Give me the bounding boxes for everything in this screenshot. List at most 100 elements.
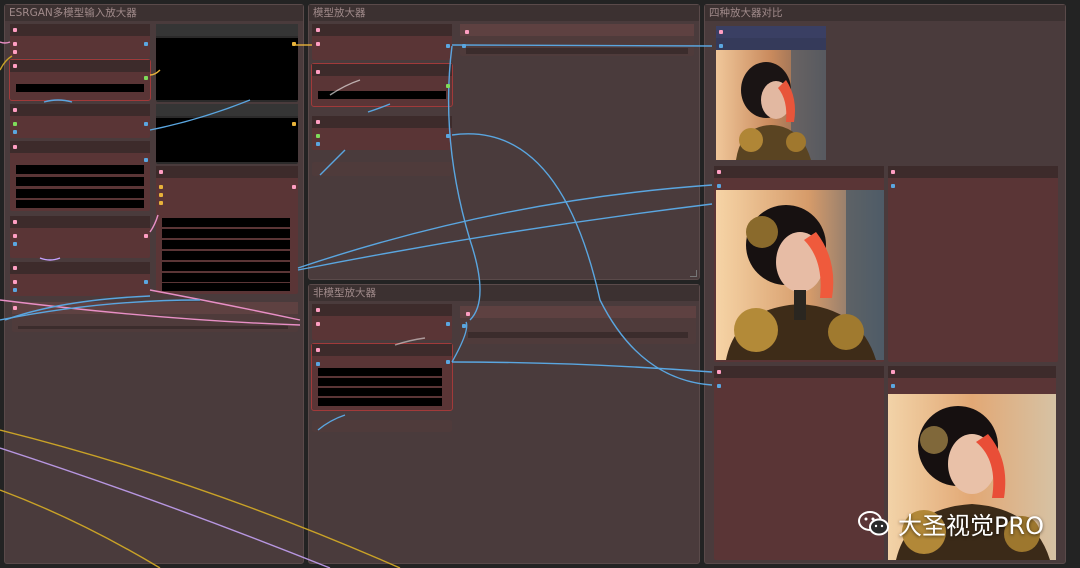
port-dot[interactable] xyxy=(891,370,895,374)
port-dot[interactable] xyxy=(159,185,163,189)
text-field[interactable] xyxy=(162,229,290,238)
text-field[interactable] xyxy=(16,177,144,186)
port-dot[interactable] xyxy=(13,266,17,270)
port-dot[interactable] xyxy=(316,134,320,138)
resize-handle[interactable] xyxy=(690,270,697,277)
node-preview-1[interactable] xyxy=(156,24,298,102)
node-nonmodel-output[interactable] xyxy=(460,306,696,344)
port-dot[interactable] xyxy=(717,170,721,174)
port-dot[interactable] xyxy=(466,312,470,316)
port-dot[interactable] xyxy=(144,122,148,126)
node-model-collapsed[interactable] xyxy=(312,162,452,176)
port-dot[interactable] xyxy=(13,28,17,32)
node-esrgan-7[interactable] xyxy=(12,302,298,332)
port-dot[interactable] xyxy=(719,44,723,48)
port-dot[interactable] xyxy=(891,384,895,388)
port-dot[interactable] xyxy=(446,360,450,364)
port-dot[interactable] xyxy=(462,324,466,328)
port-dot[interactable] xyxy=(13,42,17,46)
port-dot[interactable] xyxy=(13,280,17,284)
port-dot[interactable] xyxy=(159,201,163,205)
port-dot[interactable] xyxy=(717,184,721,188)
port-dot[interactable] xyxy=(13,242,17,246)
port-dot[interactable] xyxy=(292,185,296,189)
node-header xyxy=(888,166,1058,178)
text-field[interactable] xyxy=(16,189,144,198)
port-dot[interactable] xyxy=(144,76,148,80)
port-dot[interactable] xyxy=(462,44,466,48)
port-dot[interactable] xyxy=(446,322,450,326)
node-esrgan-4[interactable] xyxy=(10,141,150,211)
port-dot[interactable] xyxy=(316,142,320,146)
text-field[interactable] xyxy=(318,398,442,406)
port-dot[interactable] xyxy=(316,120,320,124)
node-esrgan-3[interactable] xyxy=(10,104,150,138)
port-dot[interactable] xyxy=(316,42,320,46)
node-model-1[interactable] xyxy=(312,24,452,60)
port-dot[interactable] xyxy=(891,170,895,174)
node-esrgan-list[interactable] xyxy=(156,166,298,294)
text-field[interactable] xyxy=(162,240,290,249)
port-dot[interactable] xyxy=(465,30,469,34)
text-field[interactable] xyxy=(468,332,688,338)
text-field[interactable] xyxy=(162,262,290,271)
text-field[interactable] xyxy=(18,326,288,329)
text-field[interactable] xyxy=(318,91,446,99)
text-field[interactable] xyxy=(162,273,290,282)
node-esrgan-5[interactable] xyxy=(10,216,150,258)
port-dot[interactable] xyxy=(159,170,163,174)
node-compare-3[interactable] xyxy=(888,166,1058,362)
text-field[interactable] xyxy=(466,48,688,54)
text-field[interactable] xyxy=(162,251,290,260)
text-field[interactable] xyxy=(162,283,290,291)
port-dot[interactable] xyxy=(316,28,320,32)
node-esrgan-1[interactable] xyxy=(10,24,150,58)
port-dot[interactable] xyxy=(316,70,320,74)
port-dot[interactable] xyxy=(717,384,721,388)
node-model-2[interactable] xyxy=(311,63,453,107)
port-dot[interactable] xyxy=(316,308,320,312)
port-dot[interactable] xyxy=(316,348,320,352)
port-dot[interactable] xyxy=(159,193,163,197)
port-dot[interactable] xyxy=(13,130,17,134)
port-dot[interactable] xyxy=(446,44,450,48)
node-header xyxy=(10,216,150,228)
port-dot[interactable] xyxy=(13,145,17,149)
port-dot[interactable] xyxy=(13,50,17,54)
node-esrgan-2[interactable] xyxy=(9,59,151,101)
text-field[interactable] xyxy=(318,388,442,396)
port-dot[interactable] xyxy=(719,30,723,34)
port-dot[interactable] xyxy=(13,288,17,292)
port-dot[interactable] xyxy=(446,84,450,88)
node-nonmodel-2[interactable] xyxy=(311,343,453,411)
port-dot[interactable] xyxy=(13,220,17,224)
node-nonmodel-collapsed[interactable] xyxy=(312,420,452,432)
text-field[interactable] xyxy=(16,165,144,174)
node-preview-2[interactable] xyxy=(156,104,298,164)
port-dot[interactable] xyxy=(292,122,296,126)
port-dot[interactable] xyxy=(446,134,450,138)
port-dot[interactable] xyxy=(717,370,721,374)
port-dot[interactable] xyxy=(13,64,17,68)
port-dot[interactable] xyxy=(13,306,17,310)
text-field[interactable] xyxy=(16,200,144,208)
port-dot[interactable] xyxy=(13,108,17,112)
text-field[interactable] xyxy=(318,378,442,386)
node-esrgan-6[interactable] xyxy=(10,262,150,296)
node-model-3[interactable] xyxy=(312,116,452,150)
port-dot[interactable] xyxy=(13,122,17,126)
port-dot[interactable] xyxy=(891,184,895,188)
port-dot[interactable] xyxy=(144,42,148,46)
port-dot[interactable] xyxy=(144,158,148,162)
port-dot[interactable] xyxy=(316,322,320,326)
port-dot[interactable] xyxy=(144,234,148,238)
port-dot[interactable] xyxy=(13,234,17,238)
text-field[interactable] xyxy=(162,218,290,227)
node-model-output[interactable] xyxy=(460,24,694,56)
text-field[interactable] xyxy=(318,368,442,376)
port-dot[interactable] xyxy=(144,280,148,284)
port-dot[interactable] xyxy=(292,42,296,46)
port-dot[interactable] xyxy=(316,362,320,366)
text-field[interactable] xyxy=(16,84,144,92)
node-nonmodel-1[interactable] xyxy=(312,304,452,340)
